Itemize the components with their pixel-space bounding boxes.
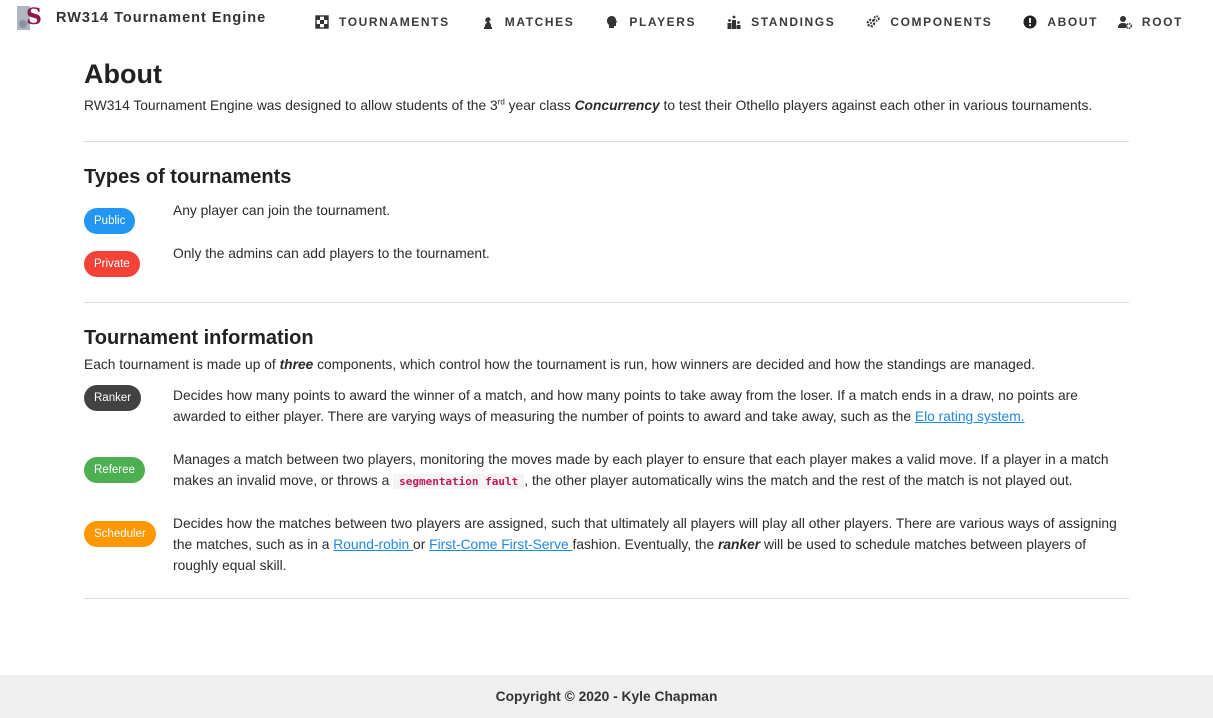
nav-label: MATCHES: [504, 15, 575, 29]
main-content: About RW314 Tournament Engine was design…: [84, 56, 1129, 599]
intro-text: to test their Othello players against ea…: [659, 98, 1093, 113]
main-nav: TOURNAMENTS MATCHES PLAYERS STANDINGS CO…: [315, 0, 1129, 44]
info-intro: Each tournament is made up of three comp…: [84, 355, 1129, 375]
page-title: About: [84, 59, 162, 89]
section-title-info: Tournament information: [84, 327, 314, 349]
about-intro: RW314 Tournament Engine was designed to …: [84, 96, 1129, 116]
head-icon: [605, 15, 619, 29]
scheduler-badge: Scheduler: [84, 521, 156, 547]
user-menu: ROOT: [1117, 0, 1183, 44]
elo-rating-link[interactable]: Elo rating system.: [915, 409, 1025, 424]
checkerboard-icon: [315, 15, 329, 29]
public-description: Any player can join the tournament.: [173, 203, 391, 218]
segfault-code: segmentation fault: [393, 474, 525, 489]
private-description: Only the admins can add players to the t…: [173, 246, 490, 261]
nav-matches[interactable]: MATCHES: [481, 15, 575, 29]
intro-superscript: rd: [497, 97, 505, 107]
round-robin-link[interactable]: Round-robin: [333, 537, 413, 552]
chess-knight-icon: [481, 15, 495, 29]
private-badge: Private: [84, 251, 140, 277]
info-icon: [1023, 15, 1037, 29]
nav-tournaments[interactable]: TOURNAMENTS: [315, 15, 450, 29]
copyright-text: Copyright © 2020 - Kyle Chapman: [495, 689, 718, 704]
section-title-types: Types of tournaments: [84, 166, 292, 188]
stellenbosch-logo-icon: S: [17, 4, 42, 32]
info-emphasis: three: [279, 357, 314, 372]
podium-icon: [727, 15, 741, 29]
public-badge: Public: [84, 208, 136, 234]
nav-standings[interactable]: STANDINGS: [727, 15, 835, 29]
nav-components[interactable]: COMPONENTS: [866, 15, 992, 29]
scheduler-text: or: [413, 537, 430, 552]
nav-players[interactable]: PLAYERS: [605, 15, 696, 29]
nav-about[interactable]: ABOUT: [1023, 15, 1098, 29]
ranker-badge: Ranker: [84, 385, 142, 411]
referee-badge: Referee: [84, 457, 145, 483]
scheduler-description: Decides how the matches between two play…: [173, 513, 1129, 576]
nav-label: ROOT: [1141, 15, 1183, 29]
ranker-description: Decides how many points to award the win…: [173, 385, 1129, 427]
footer: Copyright © 2020 - Kyle Chapman: [0, 675, 1213, 718]
info-text: Each tournament is made up of: [84, 357, 280, 372]
gears-icon: [866, 15, 880, 29]
list-item: Referee Manages a match between two play…: [84, 449, 1129, 492]
list-item: Public Any player can join the tournamen…: [84, 203, 1129, 234]
referee-description: Manages a match between two players, mon…: [173, 449, 1129, 492]
info-text: components, which control how the tourna…: [313, 357, 1036, 372]
intro-text: RW314 Tournament Engine was designed to …: [84, 98, 498, 113]
scheduler-emphasis: ranker: [717, 537, 761, 552]
divider: [84, 598, 1129, 599]
intro-text: year class: [504, 98, 575, 113]
brand[interactable]: S RW314 Tournament Engine: [17, 4, 266, 32]
list-item: Ranker Decides how many points to award …: [84, 385, 1129, 427]
user-gear-icon: [1117, 15, 1132, 29]
nav-user-root[interactable]: ROOT: [1117, 15, 1183, 29]
nav-label: ABOUT: [1047, 15, 1099, 29]
list-item: Private Only the admins can add players …: [84, 246, 1129, 277]
divider: [84, 302, 1129, 303]
brand-title: RW314 Tournament Engine: [56, 10, 267, 26]
nav-label: STANDINGS: [751, 15, 836, 29]
fcfs-link[interactable]: First-Come First-Serve: [429, 537, 572, 552]
top-navbar: S RW314 Tournament Engine TOURNAMENTS MA…: [0, 0, 1213, 44]
nav-label: COMPONENTS: [890, 15, 993, 29]
svg-text:S: S: [26, 4, 42, 30]
list-item: Scheduler Decides how the matches betwee…: [84, 513, 1129, 576]
divider: [84, 141, 1129, 142]
nav-label: TOURNAMENTS: [339, 15, 450, 29]
course-name: Concurrency: [574, 98, 660, 113]
referee-text: , the other player automatically wins th…: [524, 473, 1073, 488]
nav-label: PLAYERS: [629, 15, 697, 29]
scheduler-text: fashion. Eventually, the: [572, 537, 718, 552]
